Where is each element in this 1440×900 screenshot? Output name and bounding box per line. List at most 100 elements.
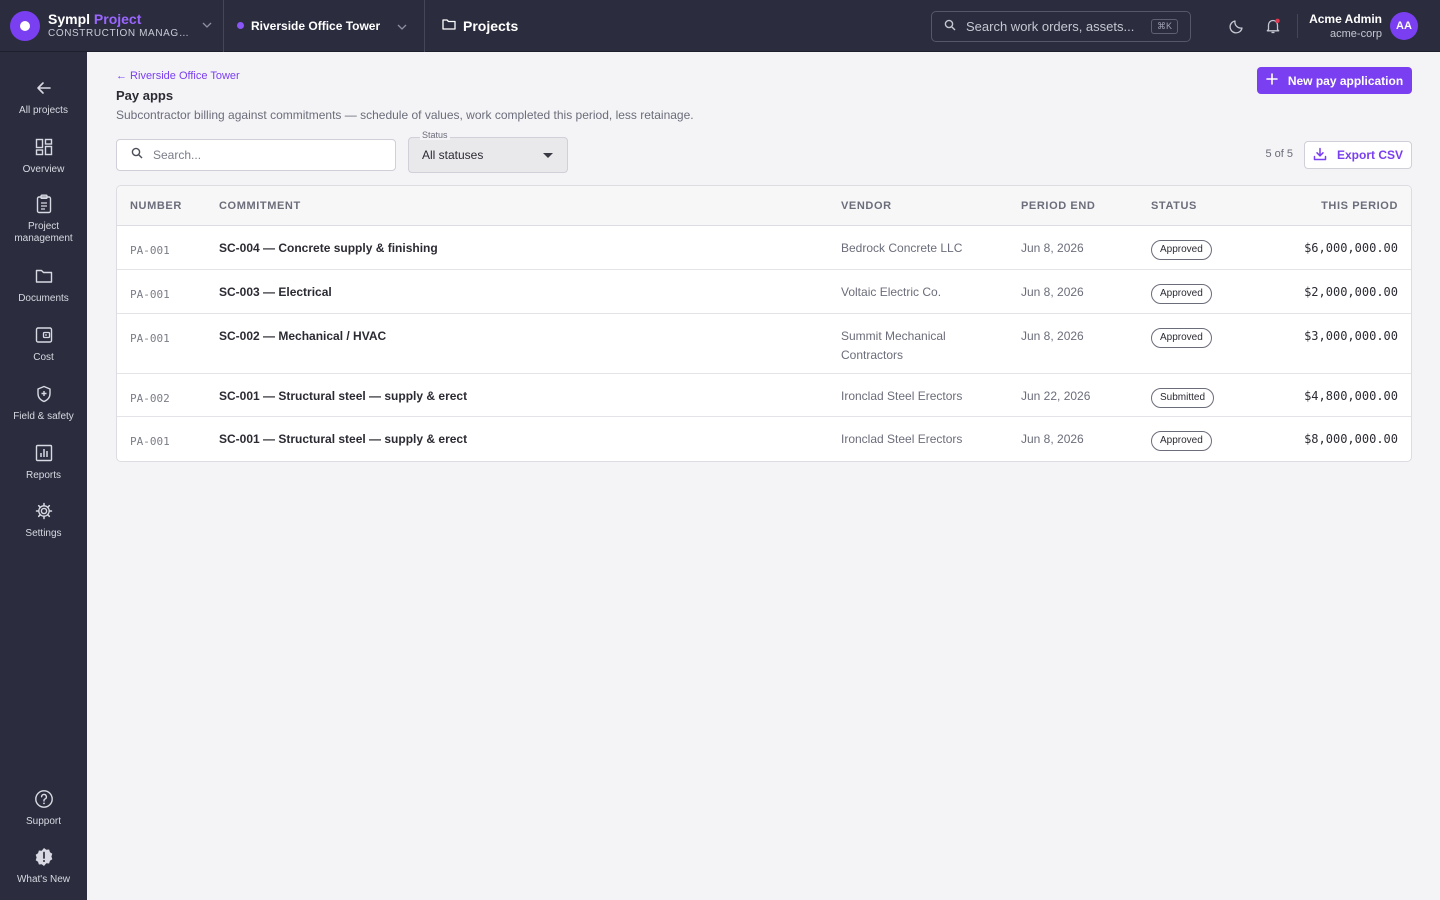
sidebar-item-label: Cost [33, 352, 54, 363]
gear-icon [34, 501, 54, 521]
status-badge: Approved [1151, 328, 1212, 348]
sidebar-item-documents[interactable]: Documents [0, 266, 87, 305]
table-row[interactable]: PA-001 SC-003 — Electrical Voltaic Elect… [117, 270, 1411, 314]
status-filter-select[interactable]: All statuses [408, 137, 568, 173]
breadcrumb[interactable]: Projects [442, 17, 518, 35]
column-header-number[interactable]: NUMBER [117, 200, 219, 212]
brand-logo [10, 10, 40, 41]
cell-commitment: SC-001 — Structural steel — supply & ere… [219, 432, 468, 446]
cell-period-end: Jun 8, 2026 [1021, 285, 1084, 299]
cell-commitment: SC-002 — Mechanical / HVAC [219, 329, 387, 343]
table-header: NUMBER COMMITMENT VENDOR PERIOD END STAT… [117, 186, 1411, 226]
sidebar-item-label: Project management [14, 221, 73, 244]
page-title: Pay apps [116, 88, 174, 103]
cell-amount: $3,000,000.00 [1304, 329, 1398, 343]
sidebar-item-settings[interactable]: Settings [0, 501, 87, 540]
export-csv-button[interactable]: Export CSV [1304, 141, 1412, 169]
search-input[interactable]: Search... [116, 139, 396, 171]
cell-status: Approved [1151, 270, 1271, 313]
sidebar-item-label: Support [25, 816, 62, 827]
sidebar: All projects Overview Project management… [0, 52, 87, 900]
cell-status: Approved [1151, 417, 1271, 461]
download-icon [1313, 147, 1327, 164]
sidebar-item-support[interactable]: Support [0, 789, 87, 828]
global-search[interactable]: Search work orders, assets... ⌘K [931, 11, 1191, 42]
cell-commitment: SC-001 — Structural steel — supply & ere… [219, 389, 468, 403]
sidebar-item-label: What's New [16, 874, 71, 885]
search-placeholder: Search... [153, 148, 202, 162]
cell-vendor: Ironclad Steel Erectors [841, 432, 963, 446]
brand-subtitle: CONSTRUCTION MANAGEM... [48, 27, 192, 39]
cell-vendor: Ironclad Steel Erectors [841, 389, 963, 403]
sidebar-item-label: Reports [25, 470, 61, 481]
chevron-down-icon [397, 17, 407, 35]
cell-commitment: SC-004 — Concrete supply & finishing [219, 241, 438, 255]
plus-icon [1266, 73, 1278, 88]
column-header-vendor[interactable]: VENDOR [841, 200, 1021, 212]
sidebar-item-whats-new[interactable]: What's New [0, 847, 87, 886]
moon-icon[interactable] [1227, 16, 1247, 36]
cell-status: Submitted [1151, 374, 1271, 416]
cell-number: PA-001 [130, 332, 170, 345]
status-badge: Approved [1151, 240, 1212, 260]
status-badge: Approved [1151, 431, 1212, 451]
cell-amount: $6,000,000.00 [1304, 241, 1398, 255]
breadcrumb-label: Projects [463, 17, 519, 34]
shield-icon [34, 384, 54, 404]
brand-name: Sympl Project [48, 10, 142, 27]
sidebar-item-cost[interactable]: Cost [0, 325, 87, 364]
cell-vendor: Summit Mechanical Contractors [841, 329, 946, 362]
cell-number: PA-001 [130, 244, 170, 257]
back-link[interactable]: ← Riverside Office Tower [116, 70, 240, 82]
sidebar-item-project-management[interactable]: Project management [0, 194, 87, 245]
top-bar: Sympl Project CONSTRUCTION MANAGEM... Ri… [0, 0, 1440, 52]
sidebar-item-label: Field & safety [13, 411, 74, 422]
cell-vendor: Bedrock Concrete LLC [841, 241, 963, 255]
export-csv-label: Export CSV [1336, 148, 1403, 162]
search-icon [944, 18, 956, 36]
sidebar-item-all-projects[interactable]: All projects [0, 78, 87, 117]
project-name: Riverside Office Tower [251, 18, 381, 33]
sidebar-item-label: All projects [19, 105, 68, 116]
column-header-this-period[interactable]: THIS PERIOD [1271, 200, 1411, 212]
table-row[interactable]: PA-002 SC-001 — Structural steel — suppl… [117, 374, 1411, 417]
divider [1297, 14, 1298, 38]
folder-icon [442, 17, 456, 35]
status-badge: Approved [1151, 284, 1212, 304]
result-count: 5 of 5 [1265, 148, 1293, 160]
sidebar-item-label: Documents [18, 293, 69, 304]
table-row[interactable]: PA-001 SC-004 — Concrete supply & finish… [117, 226, 1411, 270]
sidebar-item-field-safety[interactable]: Field & safety [0, 384, 87, 423]
user-menu[interactable]: Acme Admin acme-corp [1300, 11, 1382, 42]
arrow-left-icon [34, 78, 54, 98]
cell-number: PA-002 [130, 392, 170, 405]
cell-amount: $8,000,000.00 [1304, 432, 1398, 446]
clipboard-icon [34, 194, 54, 214]
brand-switcher[interactable]: Sympl Project CONSTRUCTION MANAGEM... [0, 0, 224, 52]
pay-apps-table: NUMBER COMMITMENT VENDOR PERIOD END STAT… [116, 185, 1412, 462]
cell-amount: $4,800,000.00 [1304, 389, 1398, 403]
table-row[interactable]: PA-001 SC-002 — Mechanical / HVAC Summit… [117, 314, 1411, 374]
global-search-input[interactable]: Search work orders, assets... [966, 19, 1151, 34]
column-header-period-end[interactable]: PERIOD END [1021, 200, 1151, 212]
table-row[interactable]: PA-001 SC-001 — Structural steel — suppl… [117, 417, 1411, 461]
bell-icon[interactable] [1263, 16, 1283, 36]
column-header-commitment[interactable]: COMMITMENT [219, 200, 841, 212]
help-icon [34, 789, 54, 809]
badge-alert-icon [34, 847, 54, 867]
user-name: Acme Admin [1309, 12, 1382, 26]
sidebar-item-overview[interactable]: Overview [0, 137, 87, 176]
cell-period-end: Jun 8, 2026 [1021, 432, 1084, 446]
caret-down-icon [543, 152, 553, 158]
folder-icon [34, 266, 54, 286]
sidebar-item-reports[interactable]: Reports [0, 443, 87, 482]
page-description: Subcontractor billing against commitment… [116, 108, 694, 122]
cell-number: PA-001 [130, 288, 170, 301]
project-switcher[interactable]: Riverside Office Tower [224, 0, 425, 52]
column-header-status[interactable]: STATUS [1151, 200, 1271, 212]
new-pay-application-button[interactable]: New pay application [1257, 67, 1412, 94]
search-icon [131, 146, 143, 164]
project-status-dot [237, 22, 244, 29]
chevron-down-icon [202, 20, 212, 31]
avatar[interactable]: AA [1390, 12, 1418, 40]
